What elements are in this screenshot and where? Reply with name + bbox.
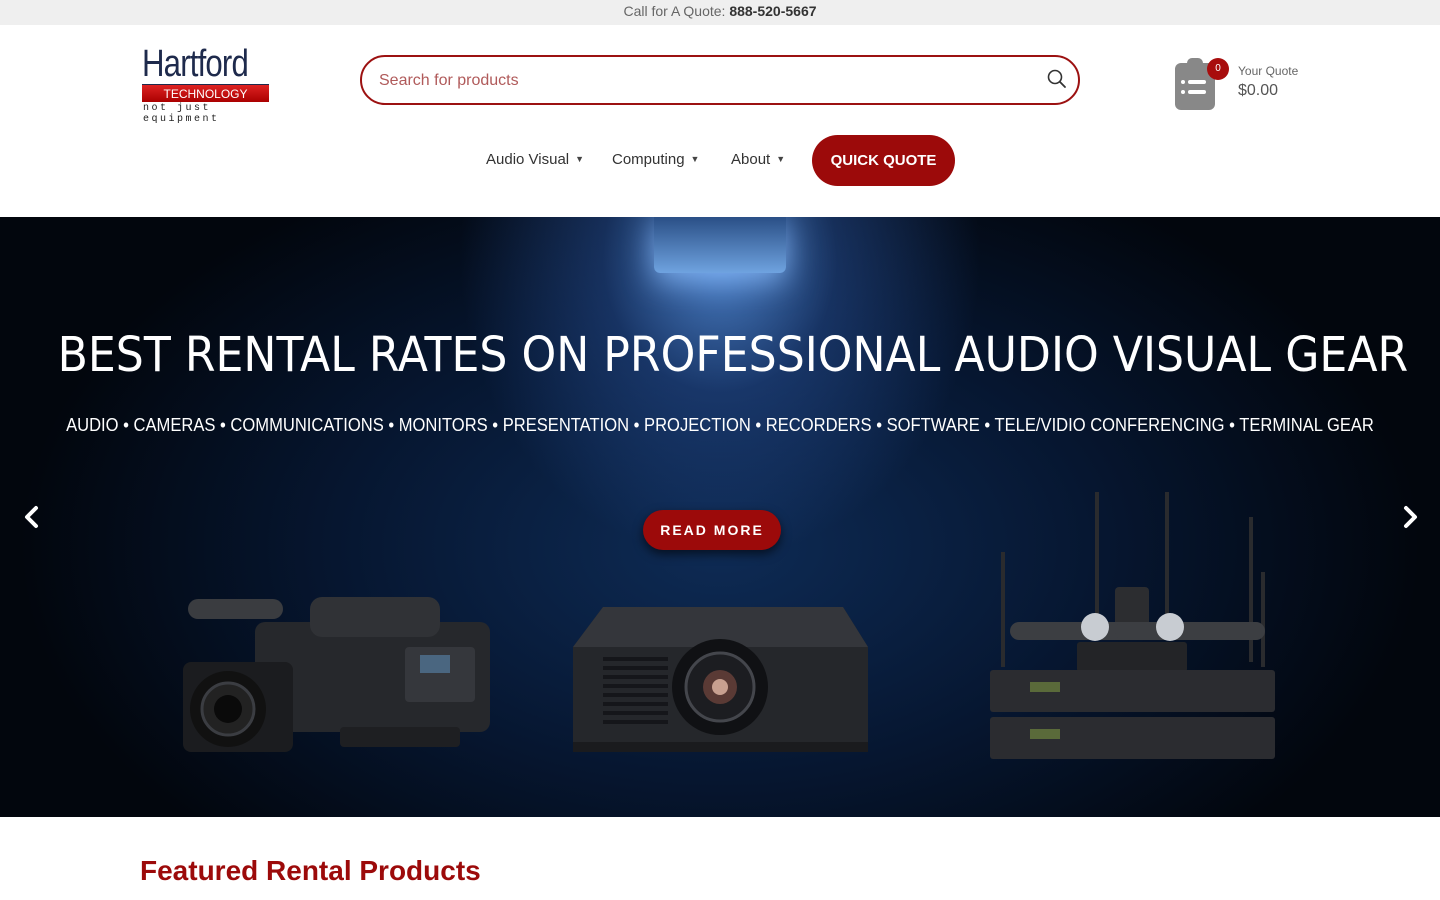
- wireless-mic-system-image: [990, 492, 1275, 759]
- search-bar: [360, 55, 1080, 105]
- chevron-down-icon: ▼: [575, 154, 585, 164]
- search-input[interactable]: [379, 67, 1019, 95]
- logo-tagline: not just equipment: [143, 103, 220, 125]
- quote-cart[interactable]: 0 Your Quote $0.00: [1172, 55, 1312, 115]
- quote-phone-number[interactable]: 888-520-5667: [729, 3, 816, 19]
- cart-count-badge: 0: [1207, 58, 1229, 80]
- site-logo[interactable]: Hartford TECHNOLOGY RENTAL not just equi…: [142, 43, 270, 125]
- read-more-button[interactable]: READ MORE: [643, 510, 781, 550]
- nav-item-label: Audio Visual: [486, 151, 570, 168]
- quote-call-prefix: Call for A Quote:: [623, 3, 726, 19]
- nav-item-audio-visual[interactable]: Audio Visual ▼: [486, 151, 584, 168]
- camcorder-image: [183, 597, 490, 752]
- cart-label: Your Quote: [1238, 64, 1299, 78]
- cart-total: $0.00: [1238, 82, 1279, 99]
- hero-title: BEST RENTAL RATES ON PROFESSIONAL AUDIO …: [57, 327, 1409, 383]
- nav-item-label: About: [731, 151, 771, 168]
- chevron-down-icon: ▼: [690, 154, 700, 164]
- hero-subtitle: AUDIO • CAMERAS • COMMUNICATIONS • MONIT…: [66, 415, 1374, 435]
- chevron-down-icon: ▼: [776, 154, 786, 164]
- nav-item-computing[interactable]: Computing ▼: [612, 151, 699, 168]
- site-header: Hartford TECHNOLOGY RENTAL not just equi…: [0, 25, 1440, 217]
- logo-band: TECHNOLOGY RENTAL: [142, 84, 269, 119]
- top-bar: Call for A Quote: 888-520-5667: [0, 0, 1440, 25]
- projector-image: [573, 607, 868, 752]
- logo-name: Hartford: [142, 43, 249, 85]
- search-icon[interactable]: [1046, 68, 1068, 90]
- featured-products-heading: Featured Rental Products: [140, 855, 481, 886]
- hero-slider: BEST RENTAL RATES ON PROFESSIONAL AUDIO …: [0, 217, 1440, 817]
- slider-prev-arrow-icon[interactable]: [20, 504, 44, 530]
- nav-item-label: Computing: [612, 151, 685, 168]
- slider-next-arrow-icon[interactable]: [1398, 504, 1422, 530]
- nav-item-about[interactable]: About ▼: [731, 151, 785, 168]
- spotlight-decoration: [654, 217, 786, 273]
- main-nav: Audio Visual ▼ Computing ▼ About ▼ QUICK QU…: [0, 135, 1440, 187]
- quick-quote-button[interactable]: QUICK QUOTE: [812, 135, 955, 186]
